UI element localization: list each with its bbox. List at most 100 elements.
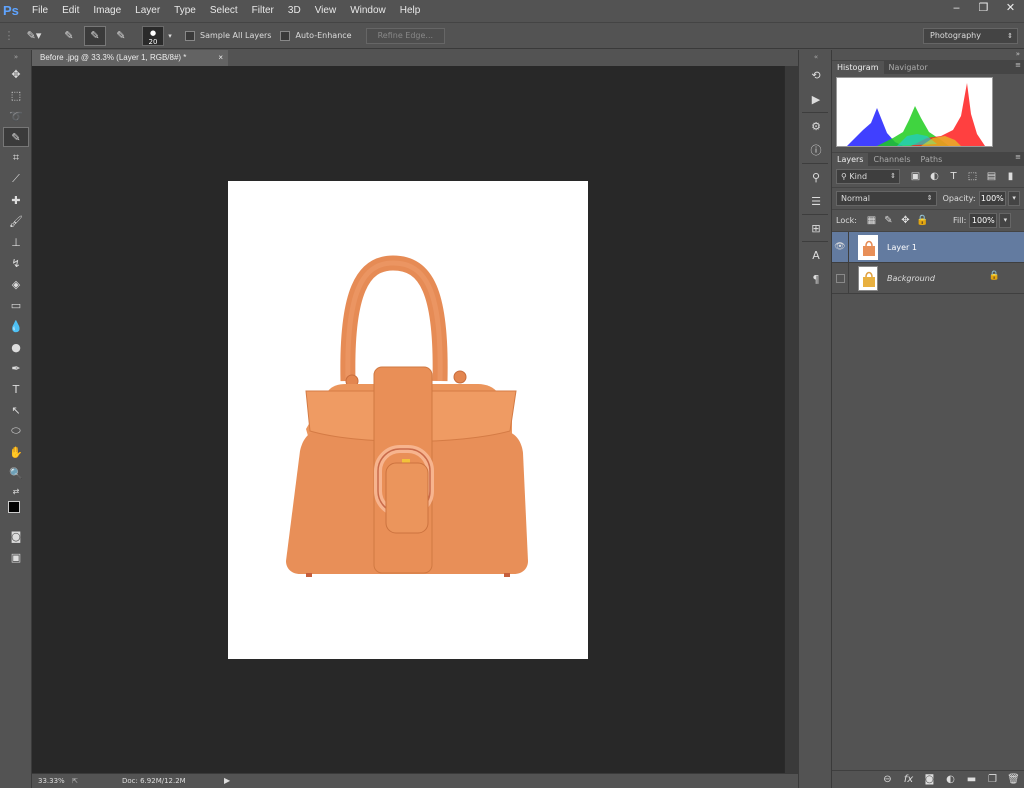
paragraph-icon[interactable]: ¶ [801,268,831,290]
kind-filter-select[interactable]: ⚲ Kind ⇕ [836,169,900,184]
menu-type[interactable]: Type [167,0,203,22]
properties-icon[interactable]: ⚙ [801,115,831,137]
history-brush-tool-icon[interactable]: ↯ [3,253,29,273]
layer-row[interactable]: 👁 Layer 1 [832,231,1024,263]
history-icon[interactable]: ⟲ [801,64,831,86]
lock-position-icon[interactable]: ✥ [897,215,914,226]
group-icon[interactable]: ▬ [961,774,982,785]
clone-source-icon[interactable]: ⊞ [801,217,831,239]
restore-button[interactable]: ❐ [970,0,997,16]
workspace-select[interactable]: Photography ⇕ [923,28,1018,44]
tab-layers[interactable]: Layers [832,153,869,166]
lock-transparency-icon[interactable]: ▦ [863,215,880,226]
crop-tool-icon[interactable]: ⌗ [3,148,29,168]
clone-stamp-tool-icon[interactable]: ⊥ [3,232,29,252]
blend-mode-select[interactable]: Normal ⇕ [836,191,937,206]
layer-name[interactable]: Layer 1 [887,243,917,252]
fx-icon[interactable]: fx [898,774,919,785]
tab-channels[interactable]: Channels [868,153,915,166]
tab-histogram[interactable]: Histogram [832,61,884,74]
menu-layer[interactable]: Layer [128,0,167,22]
move-tool-icon[interactable]: ✥ [3,64,29,84]
path-selection-tool-icon[interactable]: ↖ [3,400,29,420]
lasso-tool-icon[interactable]: ➰ [3,106,29,126]
visibility-toggle[interactable] [832,262,849,294]
auto-enhance-checkbox[interactable]: Auto-Enhance [280,30,352,41]
foreground-color-swatch[interactable] [8,501,20,513]
menu-view[interactable]: View [308,0,344,22]
pen-tool-icon[interactable]: ✒ [3,358,29,378]
visibility-eye-icon[interactable]: 👁 [832,231,849,263]
menu-window[interactable]: Window [343,0,393,22]
export-icon[interactable]: ⇱ [72,774,78,788]
collapse-icon[interactable]: » [3,51,29,63]
layer-thumbnail[interactable] [858,265,878,291]
color-swatches[interactable] [3,499,29,525]
brush-tool-icon[interactable]: 🖌 [3,211,29,231]
collapse-icon[interactable]: « [801,52,831,62]
gradient-tool-icon[interactable]: ▭ [3,295,29,315]
sample-all-layers-checkbox[interactable]: Sample All Layers [185,30,271,41]
info-icon[interactable]: ⓘ [801,139,831,161]
healing-brush-tool-icon[interactable]: ✚ [3,190,29,210]
brush-size-picker[interactable]: ● 20 [142,25,164,46]
brush-presets-icon[interactable]: ⚲ [801,166,831,188]
tab-navigator[interactable]: Navigator [884,61,933,74]
menu-edit[interactable]: Edit [55,0,86,22]
marquee-tool-icon[interactable]: ⬚ [3,85,29,105]
type-tool-icon[interactable]: T [3,379,29,399]
minimize-button[interactable]: ‒ [943,0,970,16]
fill-input[interactable]: 100% [969,213,998,228]
character-icon[interactable]: A [801,244,831,266]
link-icon[interactable]: ⊖ [877,774,898,785]
swap-colors-icon[interactable]: ⇄ [3,484,29,498]
filter-toggle-icon[interactable]: ▮ [1001,171,1020,182]
menu-filter[interactable]: Filter [245,0,281,22]
blur-tool-icon[interactable]: 💧 [3,316,29,336]
new-layer-icon[interactable]: ❐ [982,774,1003,785]
menu-image[interactable]: Image [86,0,128,22]
zoom-level[interactable]: 33.33% [38,774,65,788]
lock-all-icon[interactable]: 🔒 [914,215,931,226]
dodge-tool-icon[interactable]: ● [3,337,29,357]
tab-paths[interactable]: Paths [916,153,948,166]
add-to-selection-icon[interactable]: ✎ [84,25,106,46]
layer-name[interactable]: Background [887,274,935,283]
adjustments-icon[interactable]: ☰ [801,190,831,212]
lock-pixels-icon[interactable]: ✎ [880,215,897,226]
opacity-dropdown-icon[interactable]: ▾ [1008,191,1020,206]
tool-preset-picker[interactable]: ✎▾ [20,26,48,46]
brush-dropdown-icon[interactable]: ▾ [166,26,174,46]
actions-icon[interactable]: ▶ [801,88,831,110]
new-selection-icon[interactable]: ✎ [58,26,80,46]
status-menu-arrow[interactable]: ▶ [224,774,230,788]
refine-edge-button[interactable]: Refine Edge... [365,27,446,44]
type-filter-icon[interactable]: T [944,171,963,182]
canvas-area[interactable] [32,66,784,773]
menu-select[interactable]: Select [203,0,245,22]
close-tab-icon[interactable]: × [218,50,223,66]
pixel-filter-icon[interactable]: ▣ [906,171,925,182]
menu-3d[interactable]: 3D [281,0,308,22]
panel-menu-icon[interactable]: ≡ [1015,153,1021,161]
menu-file[interactable]: File [25,0,55,22]
subtract-selection-icon[interactable]: ✎ [110,26,132,46]
eraser-tool-icon[interactable]: ◈ [3,274,29,294]
menu-help[interactable]: Help [393,0,428,22]
trash-icon[interactable]: 🗑 [1003,774,1024,785]
vertical-scrollbar[interactable] [784,66,798,773]
document-tab[interactable]: Before .jpg @ 33.3% (Layer 1, RGB/8#) * … [32,50,228,66]
smart-object-filter-icon[interactable]: ▤ [982,171,1001,182]
shape-filter-icon[interactable]: ⬚ [963,171,982,182]
screen-mode-icon[interactable]: ▣ [3,547,29,567]
mask-icon[interactable]: ◙ [919,774,940,785]
collapse-panels-icon[interactable]: » [1016,50,1020,58]
close-button[interactable]: ✕ [997,0,1024,16]
layer-row[interactable]: Background 🔒 [832,262,1024,294]
fill-dropdown-icon[interactable]: ▾ [999,213,1012,228]
adjustment-filter-icon[interactable]: ◐ [925,171,944,182]
zoom-tool-icon[interactable]: 🔍 [3,463,29,483]
adjustment-icon[interactable]: ◐ [940,774,961,785]
panel-menu-icon[interactable]: ≡ [1015,61,1021,69]
layer-thumbnail[interactable] [858,234,878,260]
